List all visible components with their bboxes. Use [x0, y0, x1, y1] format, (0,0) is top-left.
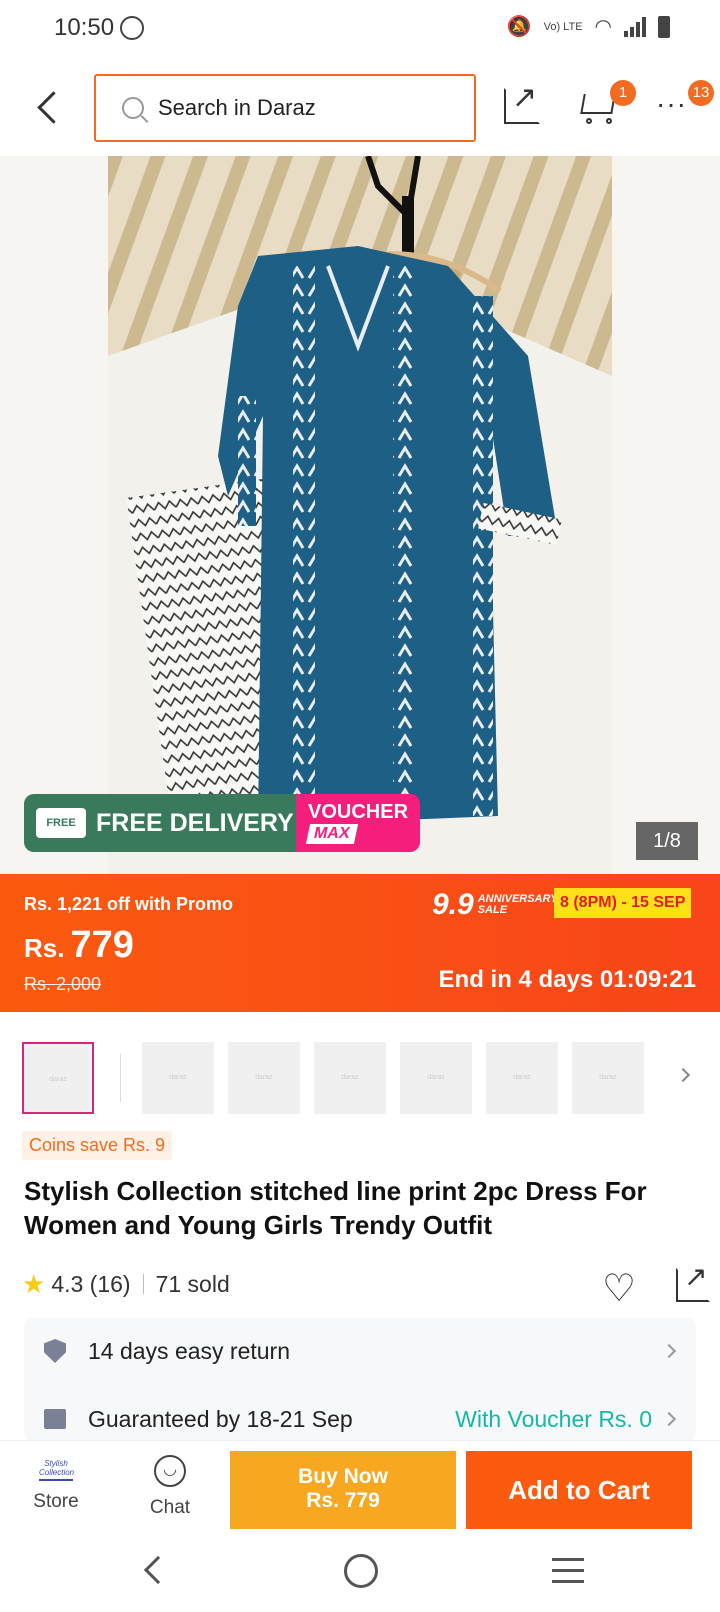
- bottom-action-bar: Stylish Collection Store Chat Buy Now Rs…: [0, 1440, 720, 1536]
- buy-now-label: Buy Now: [298, 1465, 388, 1488]
- store-logo: Stylish Collection: [39, 1459, 74, 1481]
- cart-wheel: [586, 118, 592, 124]
- add-to-cart-button[interactable]: Add to Cart: [466, 1451, 692, 1529]
- gift-icon: [44, 1409, 66, 1429]
- thumbnail-item[interactable]: daraz: [486, 1042, 558, 1114]
- share-icon[interactable]: [504, 80, 540, 124]
- dress-illustration: [108, 156, 612, 874]
- price-amount: 779: [70, 924, 134, 966]
- divider: [120, 1054, 121, 1102]
- thumbnail-item[interactable]: daraz: [400, 1042, 472, 1114]
- shield-icon: [44, 1339, 66, 1363]
- delivery-truck-icon: FREE: [36, 808, 86, 838]
- status-bar: 10:50 🔕 Vo) LTE ◠: [0, 0, 720, 60]
- current-price: Rs. 779: [24, 924, 134, 967]
- mute-icon: 🔕: [506, 16, 532, 38]
- chevron-right-icon: [661, 1343, 677, 1359]
- anniversary-sale-logo: 9.9 ANNIVERSARY SALE: [432, 888, 558, 922]
- whatsapp-icon: [120, 16, 144, 40]
- voucher-text: With Voucher Rs. 0: [455, 1405, 652, 1432]
- rating-value[interactable]: 4.3 (16): [51, 1271, 130, 1298]
- divider: [142, 1274, 144, 1294]
- system-back-icon[interactable]: [143, 1555, 173, 1585]
- buy-now-button[interactable]: Buy Now Rs. 779: [230, 1451, 456, 1529]
- thumbnail-item[interactable]: daraz: [572, 1042, 644, 1114]
- voucher-label: VOUCHER: [308, 801, 409, 823]
- price-banner: Rs. 1,221 off with Promo Rs. 779 Rs. 2,00…: [0, 874, 720, 1012]
- top-header: Search in Daraz 1 ··· 13: [0, 60, 720, 156]
- cart-wheel: [606, 118, 612, 124]
- thumbnail-item[interactable]: daraz: [22, 1042, 94, 1114]
- promo-text: Rs. 1,221 off with Promo: [24, 894, 234, 914]
- image-counter: 1/8: [636, 822, 698, 860]
- rating-row: ★ 4.3 (16) 71 sold ♡: [22, 1260, 710, 1310]
- sold-count: 71 sold: [155, 1270, 230, 1297]
- store-label: Store: [33, 1491, 79, 1512]
- network-label: Vo) LTE: [543, 20, 583, 33]
- status-time: 10:50: [54, 14, 115, 41]
- guarantee-text: Guaranteed by 18-21 Sep: [88, 1405, 353, 1432]
- chat-label: Chat: [149, 1497, 191, 1518]
- search-icon: [122, 97, 144, 119]
- back-button[interactable]: [30, 82, 70, 132]
- sale-label: ANNIVERSARY SALE: [477, 893, 558, 916]
- wishlist-heart-icon[interactable]: ♡: [602, 1266, 636, 1311]
- star-icon: ★: [22, 1268, 46, 1299]
- free-delivery-banner: FREE FREE DELIVERY VOUCHER MAX: [24, 794, 420, 852]
- search-input[interactable]: Search in Daraz: [94, 74, 476, 142]
- thumbnail-strip: daraz daraz daraz daraz daraz daraz dara…: [0, 1012, 720, 1122]
- more-options-button[interactable]: ···: [656, 88, 687, 120]
- cart-count-badge: 1: [610, 80, 636, 106]
- sale-countdown: End in 4 days 01:09:21: [438, 966, 696, 993]
- product-photo: [108, 156, 612, 874]
- system-navigation-bar: [0, 1536, 720, 1612]
- sale-date-badge: 8 (8PM) - 15 SEP: [554, 888, 692, 918]
- system-home-icon[interactable]: [344, 1554, 378, 1588]
- voucher-max-label: MAX: [305, 824, 358, 844]
- chat-icon: [154, 1455, 186, 1487]
- return-policy-text: 14 days easy return: [88, 1337, 291, 1364]
- thumbnail-item[interactable]: daraz: [142, 1042, 214, 1114]
- product-title: Stylish Collection stitched line print 2…: [24, 1176, 647, 1240]
- chevron-right-icon[interactable]: [675, 1067, 691, 1083]
- voucher-max-badge: VOUCHER MAX: [296, 794, 420, 852]
- service-panel: 14 days easy return Guaranteed by 18-21 …: [24, 1318, 696, 1440]
- original-price: Rs. 2,000: [24, 974, 102, 994]
- delivery-guarantee-row[interactable]: Guaranteed by 18-21 Sep With Voucher Rs.…: [24, 1394, 696, 1444]
- buy-now-price: Rs. 779: [306, 1489, 380, 1512]
- price-currency: Rs.: [24, 933, 65, 963]
- wifi-icon: ◠: [594, 16, 612, 38]
- sale-number: 9.9: [432, 888, 474, 921]
- free-delivery-label: FREE DELIVERY: [96, 808, 294, 837]
- product-image-carousel[interactable]: [0, 156, 720, 874]
- system-recents-icon[interactable]: [552, 1558, 584, 1591]
- return-policy-row[interactable]: 14 days easy return: [24, 1326, 696, 1376]
- store-button[interactable]: Stylish Collection Store: [20, 1459, 92, 1513]
- chat-button[interactable]: Chat: [138, 1455, 202, 1519]
- thumbnail-item[interactable]: daraz: [314, 1042, 386, 1114]
- coins-save-badge: Coins save Rs. 9: [22, 1131, 173, 1160]
- signal-icon: [624, 16, 646, 37]
- search-placeholder: Search in Daraz: [158, 95, 316, 120]
- chevron-right-icon: [661, 1411, 677, 1427]
- notification-count-badge: 13: [688, 80, 714, 106]
- status-icons: 🔕 Vo) LTE ◠: [507, 14, 670, 39]
- share-icon[interactable]: [676, 1260, 710, 1302]
- thumbnail-item[interactable]: daraz: [228, 1042, 300, 1114]
- battery-icon: [658, 15, 670, 38]
